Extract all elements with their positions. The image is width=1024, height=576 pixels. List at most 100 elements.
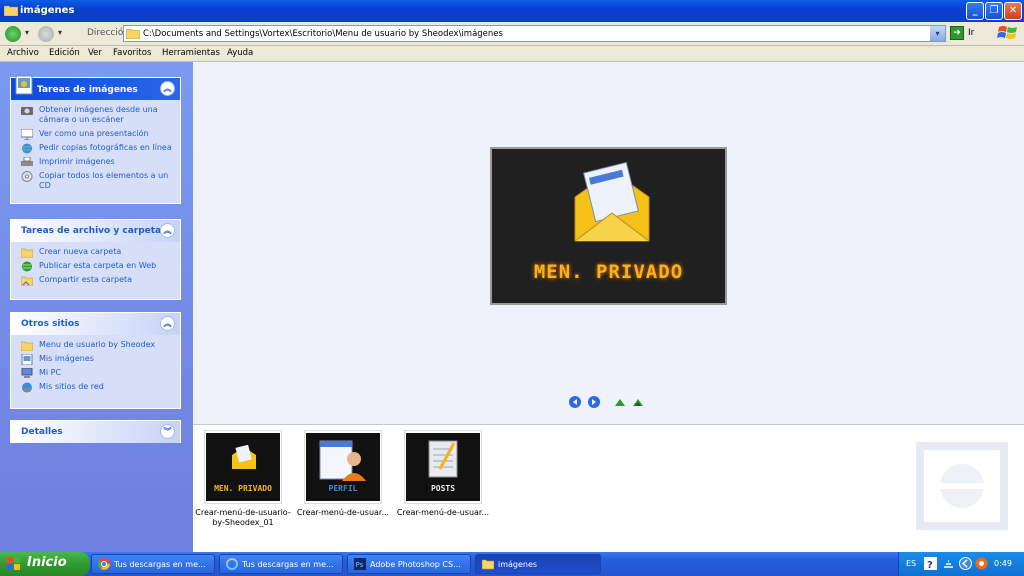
taskbar-button-photoshop[interactable]: Ps Adobe Photoshop CS... xyxy=(347,554,471,574)
taskbar-button-imagenes[interactable]: imágenes xyxy=(475,554,601,574)
task-pane: Tareas de imágenes ︽ Obtener imágenes de… xyxy=(0,62,193,552)
file-tasks-title: Tareas de archivo y carpeta xyxy=(21,226,162,236)
task-copy-to-cd[interactable]: Copiar todos los elementos a un CD xyxy=(19,171,174,191)
image-tasks-title: Tareas de imágenes xyxy=(37,85,138,95)
maximize-button[interactable]: ❐ xyxy=(985,2,1003,20)
windows-flag-icon xyxy=(7,557,20,570)
network-status-icon[interactable] xyxy=(942,557,955,570)
collapse-chevron-icon[interactable]: ︽ xyxy=(160,81,175,96)
preview-text: MEN. PRIVADO xyxy=(533,261,684,283)
file-tasks-panel: Tareas de archivo y carpeta ︽ Crear nuev… xyxy=(10,219,181,300)
internet-explorer-icon xyxy=(226,558,238,570)
new-folder-icon xyxy=(21,248,33,258)
menu-bar: Archivo Edición Ver Favoritos Herramient… xyxy=(0,46,1024,62)
filmstrip-preview-area: MEN. PRIVADO xyxy=(193,62,1024,424)
windows-logo-icon xyxy=(997,26,1017,39)
back-dropdown-icon[interactable]: ▾ xyxy=(25,28,29,37)
file-tasks-header[interactable]: Tareas de archivo y carpeta ︽ xyxy=(11,220,180,242)
network-icon xyxy=(22,382,32,393)
address-toolbar: ▾ ▾ Dirección C:\Documents and Settings\… xyxy=(0,22,1024,46)
task-get-images[interactable]: Obtener imágenes desde una cámara o un e… xyxy=(19,105,174,125)
task-share-folder[interactable]: Compartir esta carpeta xyxy=(19,275,174,286)
pictures-watermark-icon xyxy=(916,442,1008,530)
menu-edicion[interactable]: Edición xyxy=(49,48,80,58)
thumbnail-caption[interactable]: Crear-menú-de-usuario-by-Sheodex_01 xyxy=(194,508,292,528)
my-pictures-icon xyxy=(21,354,33,365)
forward-dropdown-icon[interactable]: ▾ xyxy=(58,28,62,37)
camera-icon xyxy=(21,107,33,115)
language-indicator[interactable]: ES xyxy=(906,559,916,568)
image-tasks-header[interactable]: Tareas de imágenes ︽ xyxy=(11,75,180,100)
minimize-button[interactable]: _ xyxy=(966,2,984,20)
rotate-counterclockwise-icon[interactable] xyxy=(632,396,644,408)
computer-icon xyxy=(21,368,33,378)
other-places-header[interactable]: Otros sitios ︽ xyxy=(11,313,180,335)
collapse-chevron-icon[interactable]: ︽ xyxy=(160,316,175,331)
collapse-chevron-icon[interactable]: ︽ xyxy=(160,223,175,238)
address-path: C:\Documents and Settings\Vortex\Escrito… xyxy=(143,29,503,39)
folder-icon xyxy=(126,29,140,39)
menu-archivo[interactable]: Archivo xyxy=(7,48,39,58)
details-title: Detalles xyxy=(21,427,63,437)
go-arrow-icon[interactable]: ➜ xyxy=(950,26,964,40)
clock: 0:49 xyxy=(994,559,1012,568)
thumbnail-caption[interactable]: Crear-menú-de-usuar... xyxy=(394,508,492,518)
forward-button[interactable] xyxy=(38,26,54,42)
back-button[interactable] xyxy=(5,26,21,42)
envelope-icon xyxy=(574,161,650,242)
thumbnail-text: PERFIL xyxy=(328,484,358,493)
address-input[interactable]: C:\Documents and Settings\Vortex\Escrito… xyxy=(123,25,946,42)
details-header[interactable]: Detalles ︾ xyxy=(11,421,180,443)
thumbnail-caption[interactable]: Crear-menú-de-usuar... xyxy=(294,508,392,518)
folder-icon xyxy=(21,341,33,351)
image-preview: MEN. PRIVADO xyxy=(490,147,727,305)
place-my-pictures[interactable]: Mis imágenes xyxy=(19,354,174,365)
avast-icon[interactable] xyxy=(975,557,988,570)
menu-ver[interactable]: Ver xyxy=(88,48,102,58)
address-dropdown-icon[interactable]: ▾ xyxy=(930,26,945,41)
next-image-icon[interactable] xyxy=(588,396,600,408)
go-button[interactable]: Ir xyxy=(968,28,974,38)
system-tray: ES ? 0:49 xyxy=(898,552,1024,576)
chrome-icon xyxy=(98,558,110,570)
back-arrow-icon[interactable] xyxy=(959,557,972,570)
place-menu-usuario[interactable]: Menu de usuario by Sheodex xyxy=(19,340,174,351)
place-my-computer[interactable]: Mi PC xyxy=(19,368,174,378)
svg-text:Ps: Ps xyxy=(356,561,364,569)
taskbar: Inicio Tus descargas en me... Tus descar… xyxy=(0,552,1024,576)
svg-text:?: ? xyxy=(927,560,933,570)
task-publish-web[interactable]: Publicar esta carpeta en Web xyxy=(19,261,174,272)
start-label: Inicio xyxy=(27,555,67,570)
taskbar-button-ie[interactable]: Tus descargas en me... xyxy=(219,554,343,574)
profile-icon xyxy=(319,440,366,481)
rotate-clockwise-icon[interactable] xyxy=(614,396,626,408)
help-icon[interactable]: ? xyxy=(924,557,937,570)
menu-herramientas[interactable]: Herramientas xyxy=(162,48,220,58)
image-tasks-panel: Tareas de imágenes ︽ Obtener imágenes de… xyxy=(10,75,181,204)
thumbnail-text: POSTS xyxy=(430,484,456,493)
task-print-images[interactable]: Imprimir imágenes xyxy=(19,157,174,167)
taskbar-button-chrome[interactable]: Tus descargas en me... xyxy=(91,554,215,574)
notebook-icon xyxy=(428,440,458,478)
task-slideshow[interactable]: Ver como una presentación xyxy=(19,129,174,140)
close-button[interactable]: ✕ xyxy=(1004,2,1022,20)
other-places-title: Otros sitios xyxy=(21,319,80,329)
expand-chevron-icon[interactable]: ︾ xyxy=(160,424,175,439)
task-order-prints[interactable]: Pedir copias fotográficas en línea xyxy=(19,143,174,154)
menu-ayuda[interactable]: Ayuda xyxy=(227,48,253,58)
previous-image-icon[interactable] xyxy=(569,396,581,408)
other-places-panel: Otros sitios ︽ Menu de usuario by Sheode… xyxy=(10,312,181,409)
task-new-folder[interactable]: Crear nueva carpeta xyxy=(19,247,174,258)
menu-favoritos[interactable]: Favoritos xyxy=(113,48,151,58)
thumbnail-item[interactable]: MEN. PRIVADO xyxy=(204,430,282,504)
folder-icon xyxy=(482,559,494,570)
printer-icon xyxy=(21,157,33,166)
thumbnail-strip: MEN. PRIVADO Crear-menú-de-usuario-by-Sh… xyxy=(193,424,1024,552)
place-network[interactable]: Mis sitios de red xyxy=(19,382,174,393)
thumbnail-item[interactable]: POSTS xyxy=(404,430,482,504)
cd-icon xyxy=(21,171,33,182)
window-title: imágenes xyxy=(20,5,75,16)
thumbnail-text: MEN. PRIVADO xyxy=(214,484,272,493)
start-button[interactable]: Inicio xyxy=(0,552,90,576)
thumbnail-item[interactable]: PERFIL xyxy=(304,430,382,504)
